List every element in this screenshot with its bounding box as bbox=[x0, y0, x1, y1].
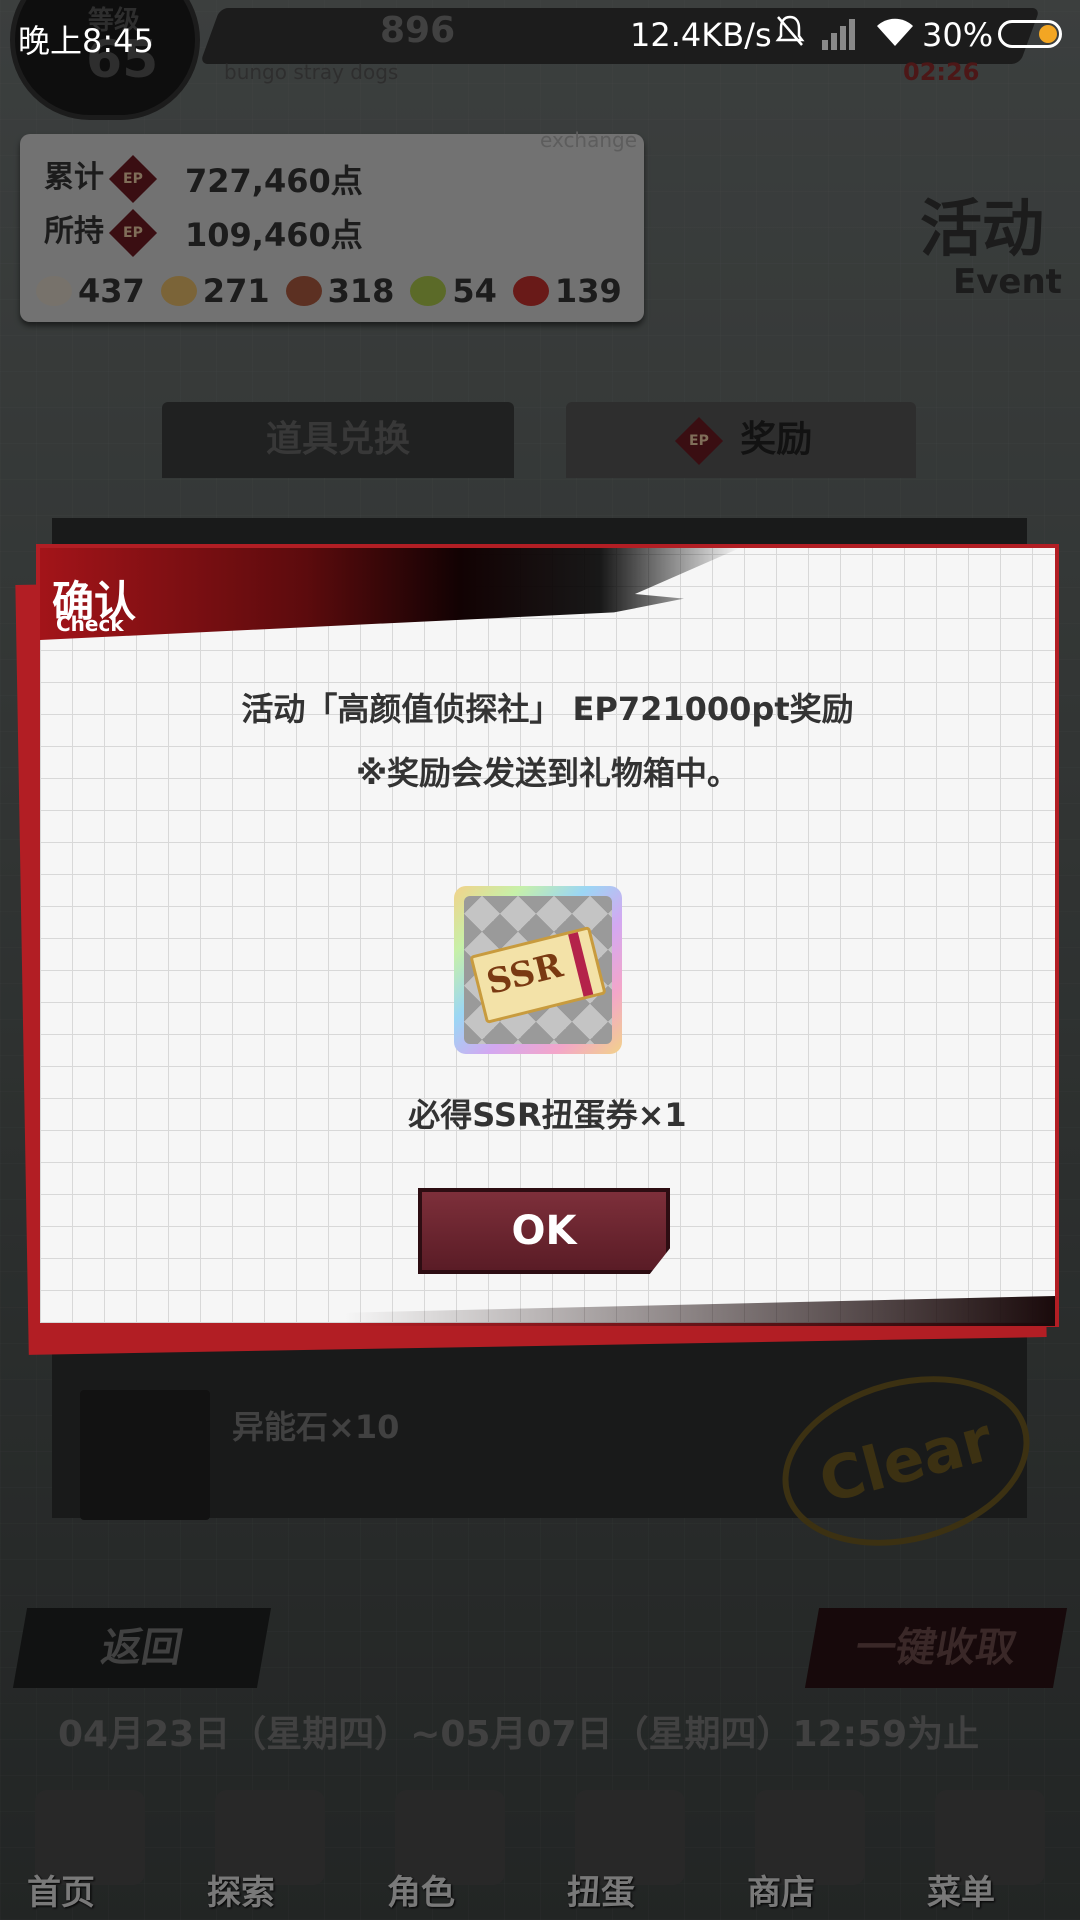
dialog-message: 活动「高颜值侦探社」 EP721000pt奖励 bbox=[241, 690, 854, 728]
battery-percent: 30% bbox=[922, 16, 994, 54]
dialog-subtitle: Check bbox=[56, 612, 124, 636]
bell-muted-icon bbox=[775, 14, 805, 48]
network-speed: 12.4KB/s bbox=[630, 16, 772, 54]
dialog-note: ※奖励会发送到礼物箱中。 bbox=[355, 754, 740, 792]
ssr-ticket-icon: SSR bbox=[469, 926, 607, 1024]
reward-name: 必得SSR扭蛋券×1 bbox=[408, 1096, 687, 1134]
status-bar: 晚上8:45 12.4KB/s 30% bbox=[0, 0, 1080, 72]
clock: 晚上8:45 bbox=[18, 22, 154, 60]
reward-icon-bg: SSR bbox=[464, 896, 612, 1044]
reward-icon-frame: SSR bbox=[454, 886, 622, 1054]
signal-icon bbox=[820, 14, 860, 52]
battery-icon bbox=[998, 20, 1062, 48]
ok-button[interactable]: OK bbox=[418, 1188, 670, 1274]
ticket-text: SSR bbox=[482, 945, 567, 1003]
wifi-icon bbox=[875, 16, 915, 50]
